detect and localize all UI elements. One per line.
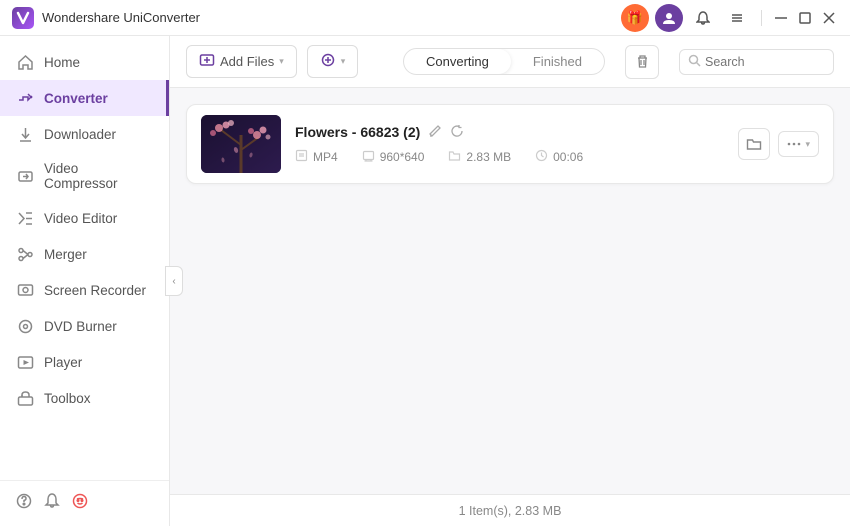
file-name: Flowers - 66823 (2) <box>295 124 420 140</box>
merger-icon <box>16 245 34 263</box>
menu-button[interactable] <box>723 4 751 32</box>
add-files-button[interactable]: Add Files ▾ <box>186 45 297 78</box>
file-format: MP4 <box>313 150 338 164</box>
converter-label: Converter <box>44 91 108 106</box>
app-logo <box>12 7 34 29</box>
refresh-icon[interactable] <box>450 124 464 141</box>
home-icon <box>16 53 34 71</box>
sidebar-item-toolbox[interactable]: Toolbox <box>0 380 169 416</box>
more-chevron: ▾ <box>805 139 810 150</box>
sidebar: Home Converter <box>0 36 170 526</box>
search-input[interactable] <box>705 55 825 69</box>
title-bar: Wondershare UniConverter 🎁 <box>0 0 850 36</box>
gift-button[interactable]: 🎁 <box>621 4 649 32</box>
sidebar-item-player[interactable]: Player <box>0 344 169 380</box>
add-files-icon <box>199 52 215 71</box>
duration-meta: 00:06 <box>535 149 583 165</box>
add-url-chevron: ▾ <box>341 56 346 67</box>
dvd-burner-label: DVD Burner <box>44 319 117 334</box>
edit-file-icon[interactable] <box>428 124 442 141</box>
user-avatar-button[interactable] <box>655 4 683 32</box>
conversion-tab-group: Converting Finished <box>403 48 605 75</box>
merger-label: Merger <box>44 247 87 262</box>
format-icon <box>295 149 308 165</box>
file-info: Flowers - 66823 (2) <box>295 124 724 165</box>
content-area: Add Files ▾ ▾ Converting Finished <box>170 36 850 526</box>
folder-icon <box>448 149 461 165</box>
size-meta: 2.83 MB <box>448 149 511 165</box>
close-button[interactable] <box>820 9 838 27</box>
collapse-sidebar-button[interactable]: ‹ <box>165 266 183 296</box>
delete-button[interactable] <box>625 45 659 79</box>
more-options-button[interactable]: ▾ <box>778 131 819 157</box>
sidebar-bottom <box>0 480 169 526</box>
file-list: Flowers - 66823 (2) <box>170 88 850 494</box>
file-card: Flowers - 66823 (2) <box>186 104 834 184</box>
add-files-chevron: ▾ <box>279 56 284 67</box>
clock-icon <box>535 149 548 165</box>
converting-tab[interactable]: Converting <box>404 49 511 74</box>
dvd-burner-icon <box>16 317 34 335</box>
status-bar: 1 Item(s), 2.83 MB <box>170 494 850 526</box>
converter-icon <box>16 89 34 107</box>
status-text: 1 Item(s), 2.83 MB <box>459 504 562 518</box>
sidebar-item-merger[interactable]: Merger <box>0 236 169 272</box>
add-url-icon <box>320 52 336 71</box>
main-layout: Home Converter <box>0 36 850 526</box>
screen-recorder-icon <box>16 281 34 299</box>
file-resolution: 960*640 <box>380 150 425 164</box>
sidebar-item-converter[interactable]: Converter <box>0 80 169 116</box>
screen-recorder-label: Screen Recorder <box>44 283 146 298</box>
file-thumbnail <box>201 115 281 173</box>
finished-tab[interactable]: Finished <box>511 49 604 74</box>
downloader-label: Downloader <box>44 127 116 142</box>
home-label: Home <box>44 55 80 70</box>
help-icon[interactable] <box>16 493 32 514</box>
toolbox-label: Toolbox <box>44 391 91 406</box>
file-size: 2.83 MB <box>466 150 511 164</box>
sidebar-item-video-editor[interactable]: Video Editor <box>0 200 169 236</box>
sidebar-item-screen-recorder[interactable]: Screen Recorder <box>0 272 169 308</box>
file-name-row: Flowers - 66823 (2) <box>295 124 724 141</box>
player-icon <box>16 353 34 371</box>
maximize-button[interactable] <box>796 9 814 27</box>
video-compressor-label: Video Compressor <box>44 161 153 191</box>
title-bar-left: Wondershare UniConverter <box>12 7 200 29</box>
downloader-icon <box>16 125 34 143</box>
minimize-button[interactable] <box>772 9 790 27</box>
sidebar-item-home[interactable]: Home <box>0 44 169 80</box>
toolbox-icon <box>16 389 34 407</box>
resolution-meta: 960*640 <box>362 149 425 165</box>
sidebar-item-downloader[interactable]: Downloader <box>0 116 169 152</box>
notification-bell-icon[interactable] <box>44 493 60 514</box>
file-meta: MP4 960*640 <box>295 149 724 165</box>
sidebar-item-dvd-burner[interactable]: DVD Burner <box>0 308 169 344</box>
resolution-icon <box>362 149 375 165</box>
add-url-button[interactable]: ▾ <box>307 45 359 78</box>
player-label: Player <box>44 355 82 370</box>
video-compressor-icon <box>16 167 34 185</box>
notification-button[interactable] <box>689 4 717 32</box>
toolbar: Add Files ▾ ▾ Converting Finished <box>170 36 850 88</box>
open-folder-button[interactable] <box>738 128 770 160</box>
video-editor-label: Video Editor <box>44 211 117 226</box>
search-icon <box>688 54 701 70</box>
app-title: Wondershare UniConverter <box>42 10 200 25</box>
file-actions-right: ▾ <box>738 128 819 160</box>
format-meta: MP4 <box>295 149 338 165</box>
file-duration: 00:06 <box>553 150 583 164</box>
feedback-icon[interactable] <box>72 493 88 514</box>
video-editor-icon <box>16 209 34 227</box>
sidebar-nav: Home Converter <box>0 36 169 480</box>
add-files-label: Add Files <box>220 54 274 69</box>
title-bar-right: 🎁 <box>621 4 838 32</box>
search-box <box>679 49 834 75</box>
sidebar-item-video-compressor[interactable]: Video Compressor <box>0 152 169 200</box>
